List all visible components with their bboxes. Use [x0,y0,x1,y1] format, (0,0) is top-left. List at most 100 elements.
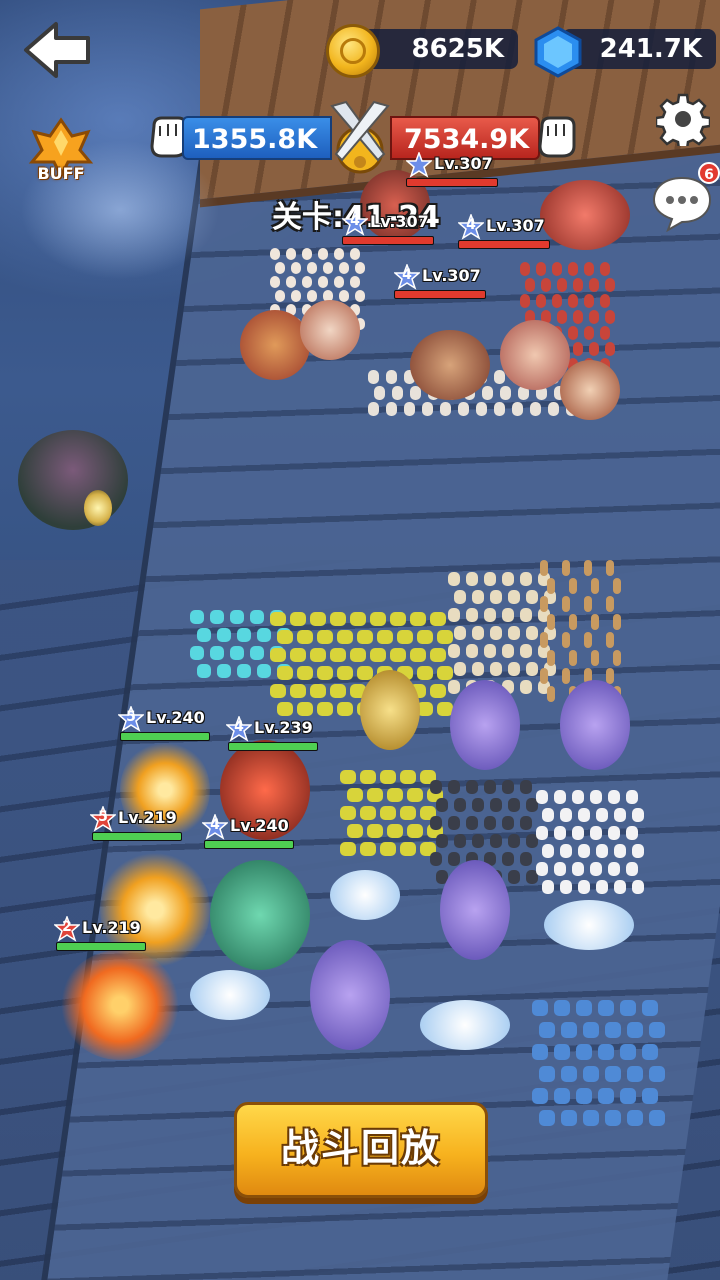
enemy-skeleton-unit [275,290,286,302]
enemy-skeleton-unit [355,290,366,302]
player-white-unit [614,844,626,858]
player-purple-beast [450,680,520,770]
player-rider-unit [520,680,532,694]
player-dark-unit [484,780,496,794]
player-white-unit [608,862,620,876]
enemy-beast [300,300,360,360]
enemy-skeleton-unit [494,402,505,416]
lantern-icon [84,490,112,526]
battle-replay-button[interactable]: 战斗回放 [234,1102,488,1198]
player-rider-unit [508,662,520,676]
player-cyan-unit [230,646,244,660]
player-yellow-unit [410,612,426,626]
player-white-beast [420,1000,510,1050]
player-yellow-unit [276,702,293,716]
player-rider-unit [520,644,532,658]
player-cyan-unit [216,664,231,678]
back-button[interactable] [22,18,94,82]
player-rider-unit [484,572,496,586]
player-spear-unit [562,596,570,612]
player-blue-unit [583,1066,600,1082]
player-blue-unit [649,1022,666,1038]
player-hp-bar [120,732,210,741]
enemy-skeleton-unit [386,370,397,384]
player-yellow-unit [370,612,386,626]
enemy-red-unit [557,310,568,324]
player-spear-unit [613,578,622,594]
enemy-red-unit [525,278,536,292]
enemy-skeleton-unit [512,402,523,416]
enemy-skeleton-unit [291,290,302,302]
player-white-unit [554,826,566,840]
enemy-red-unit [557,278,568,292]
player-blue-unit [598,1088,614,1104]
player-rider-unit [454,590,466,604]
enemy-skeleton-unit [548,402,559,416]
player-yellow-unit [380,842,396,856]
player-white-unit [596,844,608,858]
enemy-red-unit [573,310,584,324]
back-arrow-icon [24,22,90,78]
player-white-unit [590,826,602,840]
player-yellow-unit [386,788,403,802]
player-yellow-unit [400,806,416,820]
player-spear-unit [584,632,592,648]
player-yellow-unit [390,648,406,662]
player-dark-unit [472,798,484,812]
player-dark-unit [448,780,460,794]
enemy-skeleton-unit [422,402,433,416]
player-white-unit [578,808,590,822]
player-spear-unit [591,650,600,666]
player-yellow-unit [330,648,346,662]
player-blue-unit [532,1000,548,1016]
enemy-red-unit [520,294,530,308]
enemy-red-unit [584,326,594,340]
player-dark-unit [508,798,520,812]
player-white-unit [626,862,638,876]
player-blue-unit [539,1066,556,1082]
player-yellow-unit [276,666,293,680]
player-dark-unit [448,852,460,866]
enemy-skeleton-unit [270,276,280,288]
player-yellow-unit [316,702,333,716]
player-white-unit [560,808,572,822]
player-white-unit [536,826,548,840]
player-yellow-unit [360,806,376,820]
player-blue-unit [627,1066,644,1082]
player-spear-unit [547,650,556,666]
player-yellow-unit [336,702,353,716]
player-dark-unit [430,816,442,830]
player-rider-unit [454,626,466,640]
enemy-skeleton-unit [302,248,312,260]
enemy-beast [560,360,620,420]
player-yellow-unit [430,684,446,698]
player-yellow-unit [346,788,363,802]
player-blue-unit [605,1066,622,1082]
player-spear-unit [540,632,548,648]
enemy-skeleton-unit [302,276,312,288]
enemy-red-unit [541,278,552,292]
player-yellow-unit [370,648,386,662]
enemy-red-unit [589,310,600,324]
player-blue-unit [539,1022,556,1038]
settings-gear-icon[interactable] [654,92,712,151]
enemy-skeleton-unit [334,276,344,288]
player-dark-unit [520,816,532,830]
player-blue-unit [598,1044,614,1060]
player-dark-unit [502,852,514,866]
player-yellow-unit [290,648,306,662]
player-rider-unit [520,572,532,586]
player-white-unit [632,844,644,858]
player-rider-unit [490,626,502,640]
player-white-unit [614,808,626,822]
player-cyan-unit [190,610,204,624]
enemy-red-unit [520,262,530,276]
enemy-red-unit [600,294,610,308]
player-white-unit [560,880,572,894]
player-dark-unit [454,798,466,812]
player-dark-unit [466,816,478,830]
player-spear-unit [562,632,570,648]
player-yellow-unit [376,630,393,644]
player-dark-unit [466,780,478,794]
enemy-hp-bar [458,240,550,249]
